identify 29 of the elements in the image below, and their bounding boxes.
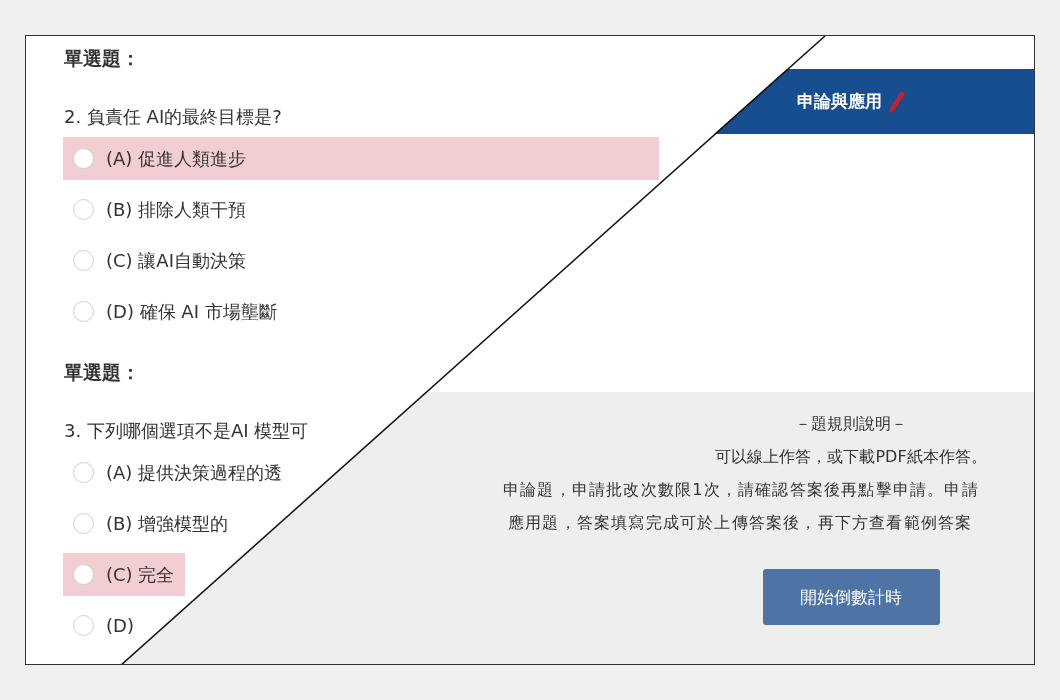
pencil-icon	[887, 89, 906, 114]
rules-title: －題規則說明－	[795, 414, 907, 433]
section-heading: 單選題：	[63, 46, 141, 71]
radio-button[interactable]	[73, 301, 94, 322]
radio-button[interactable]	[73, 462, 94, 483]
radio-button[interactable]	[73, 615, 94, 636]
option-label: (C) 完全	[106, 563, 175, 587]
radio-button[interactable]	[73, 564, 94, 585]
option-label: (D)	[106, 614, 134, 638]
radio-button[interactable]	[73, 148, 94, 169]
start-countdown-button[interactable]: 開始倒數計時	[762, 569, 940, 625]
rules-text: 可以線上作答，或下載PDF紙本作答。	[715, 447, 987, 466]
option-label: (A) 促進人類進步	[106, 147, 247, 171]
option-label: (B) 排除人類干預	[106, 198, 247, 222]
option-label: (B) 增強模型的	[106, 512, 229, 536]
option-label: (A) 提供決策過程的透	[106, 461, 283, 485]
question-text: 2. 負責任 AI的最終目標是?	[64, 104, 282, 129]
title-text: 申論與應用	[796, 89, 882, 113]
answer-option[interactable]: (C) 完全	[63, 553, 185, 596]
rules-text: 應用題，答案填寫完成可於上傳答案後，再下方查看範例答案	[508, 513, 973, 532]
rules-text: 申論題，申請批改次數限1次，請確認答案後再點擊申請。申請	[503, 480, 979, 499]
radio-button[interactable]	[73, 250, 94, 271]
option-label: (C) 讓AI自動決策	[106, 249, 246, 273]
radio-button[interactable]	[73, 199, 94, 220]
question-text: 3. 下列哪個選項不是AI 模型可	[64, 418, 309, 443]
option-label: (D) 確保 AI 市場壟斷	[106, 300, 277, 324]
answer-option[interactable]: (A) 促進人類進步	[63, 137, 659, 180]
section-heading: 單選題：	[63, 360, 141, 385]
radio-button[interactable]	[73, 513, 94, 534]
